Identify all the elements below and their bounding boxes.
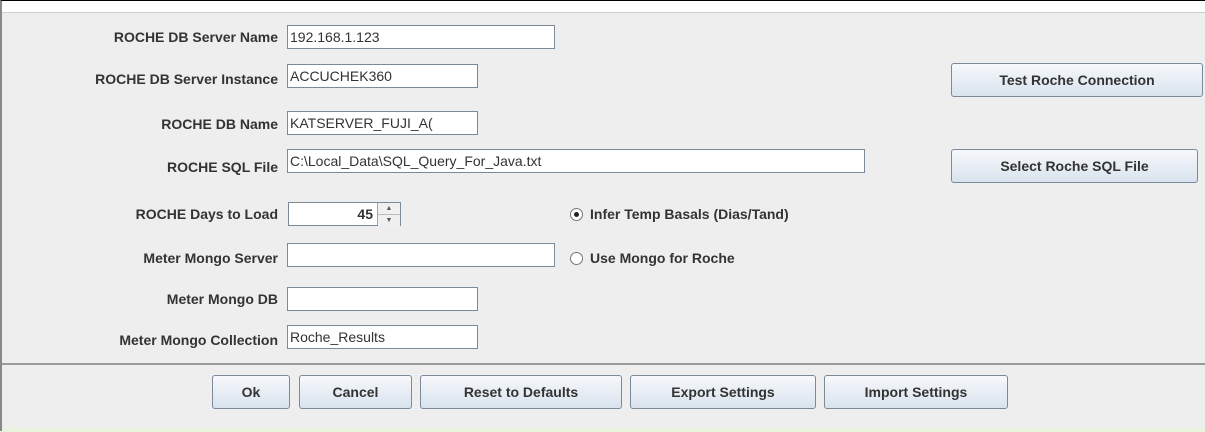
spinner-up-icon[interactable]: ▲: [378, 203, 400, 215]
mongo-db-label: Meter Mongo DB: [166, 291, 278, 307]
mongo-db-field[interactable]: [287, 287, 478, 311]
infer-temp-basals-option[interactable]: Infer Temp Basals (Dias/Tand): [570, 206, 789, 222]
mongo-server-field[interactable]: [287, 243, 555, 267]
mongo-collection-label: Meter Mongo Collection: [119, 332, 278, 348]
mongo-collection-field[interactable]: Roche_Results: [287, 325, 478, 349]
export-settings-button[interactable]: Export Settings: [630, 375, 816, 409]
mongo-server-label: Meter Mongo Server: [143, 250, 278, 266]
db-name-label: ROCHE DB Name: [161, 116, 278, 132]
sql-file-field[interactable]: C:\Local_Data\SQL_Query_For_Java.txt: [287, 149, 865, 173]
bottom-strip: [2, 428, 1205, 432]
days-to-load-label: ROCHE Days to Load: [135, 206, 278, 222]
ok-button[interactable]: Ok: [212, 375, 290, 409]
use-mongo-label: Use Mongo for Roche: [590, 250, 735, 266]
spinner-down-icon[interactable]: ▼: [378, 215, 400, 226]
reset-to-defaults-button[interactable]: Reset to Defaults: [420, 375, 622, 409]
db-name-field[interactable]: KATSERVER_FUJI_A(: [287, 111, 478, 135]
spinner-arrows-icon[interactable]: ▲ ▼: [377, 203, 400, 226]
sql-file-label: ROCHE SQL File: [167, 159, 278, 175]
server-instance-label: ROCHE DB Server Instance: [95, 71, 278, 87]
use-mongo-option[interactable]: Use Mongo for Roche: [570, 250, 735, 266]
days-to-load-value[interactable]: 45: [289, 203, 377, 225]
server-name-label: ROCHE DB Server Name: [113, 29, 278, 45]
title-strip: [2, 1, 1205, 13]
radio-unselected-icon[interactable]: [570, 251, 583, 265]
test-roche-connection-button[interactable]: Test Roche Connection: [951, 63, 1203, 97]
divider: [2, 363, 1205, 365]
import-settings-button[interactable]: Import Settings: [824, 375, 1008, 409]
cancel-button[interactable]: Cancel: [299, 375, 412, 409]
settings-dialog: ROCHE DB Server Name ROCHE DB Server Ins…: [0, 0, 1205, 432]
server-instance-field[interactable]: ACCUCHEK360: [287, 64, 478, 88]
infer-temp-basals-label: Infer Temp Basals (Dias/Tand): [590, 206, 789, 222]
server-name-field[interactable]: 192.168.1.123: [287, 25, 555, 49]
radio-selected-icon[interactable]: [570, 207, 583, 221]
days-to-load-spinner[interactable]: 45 ▲ ▼: [288, 202, 401, 226]
select-roche-sql-file-button[interactable]: Select Roche SQL File: [951, 149, 1198, 183]
